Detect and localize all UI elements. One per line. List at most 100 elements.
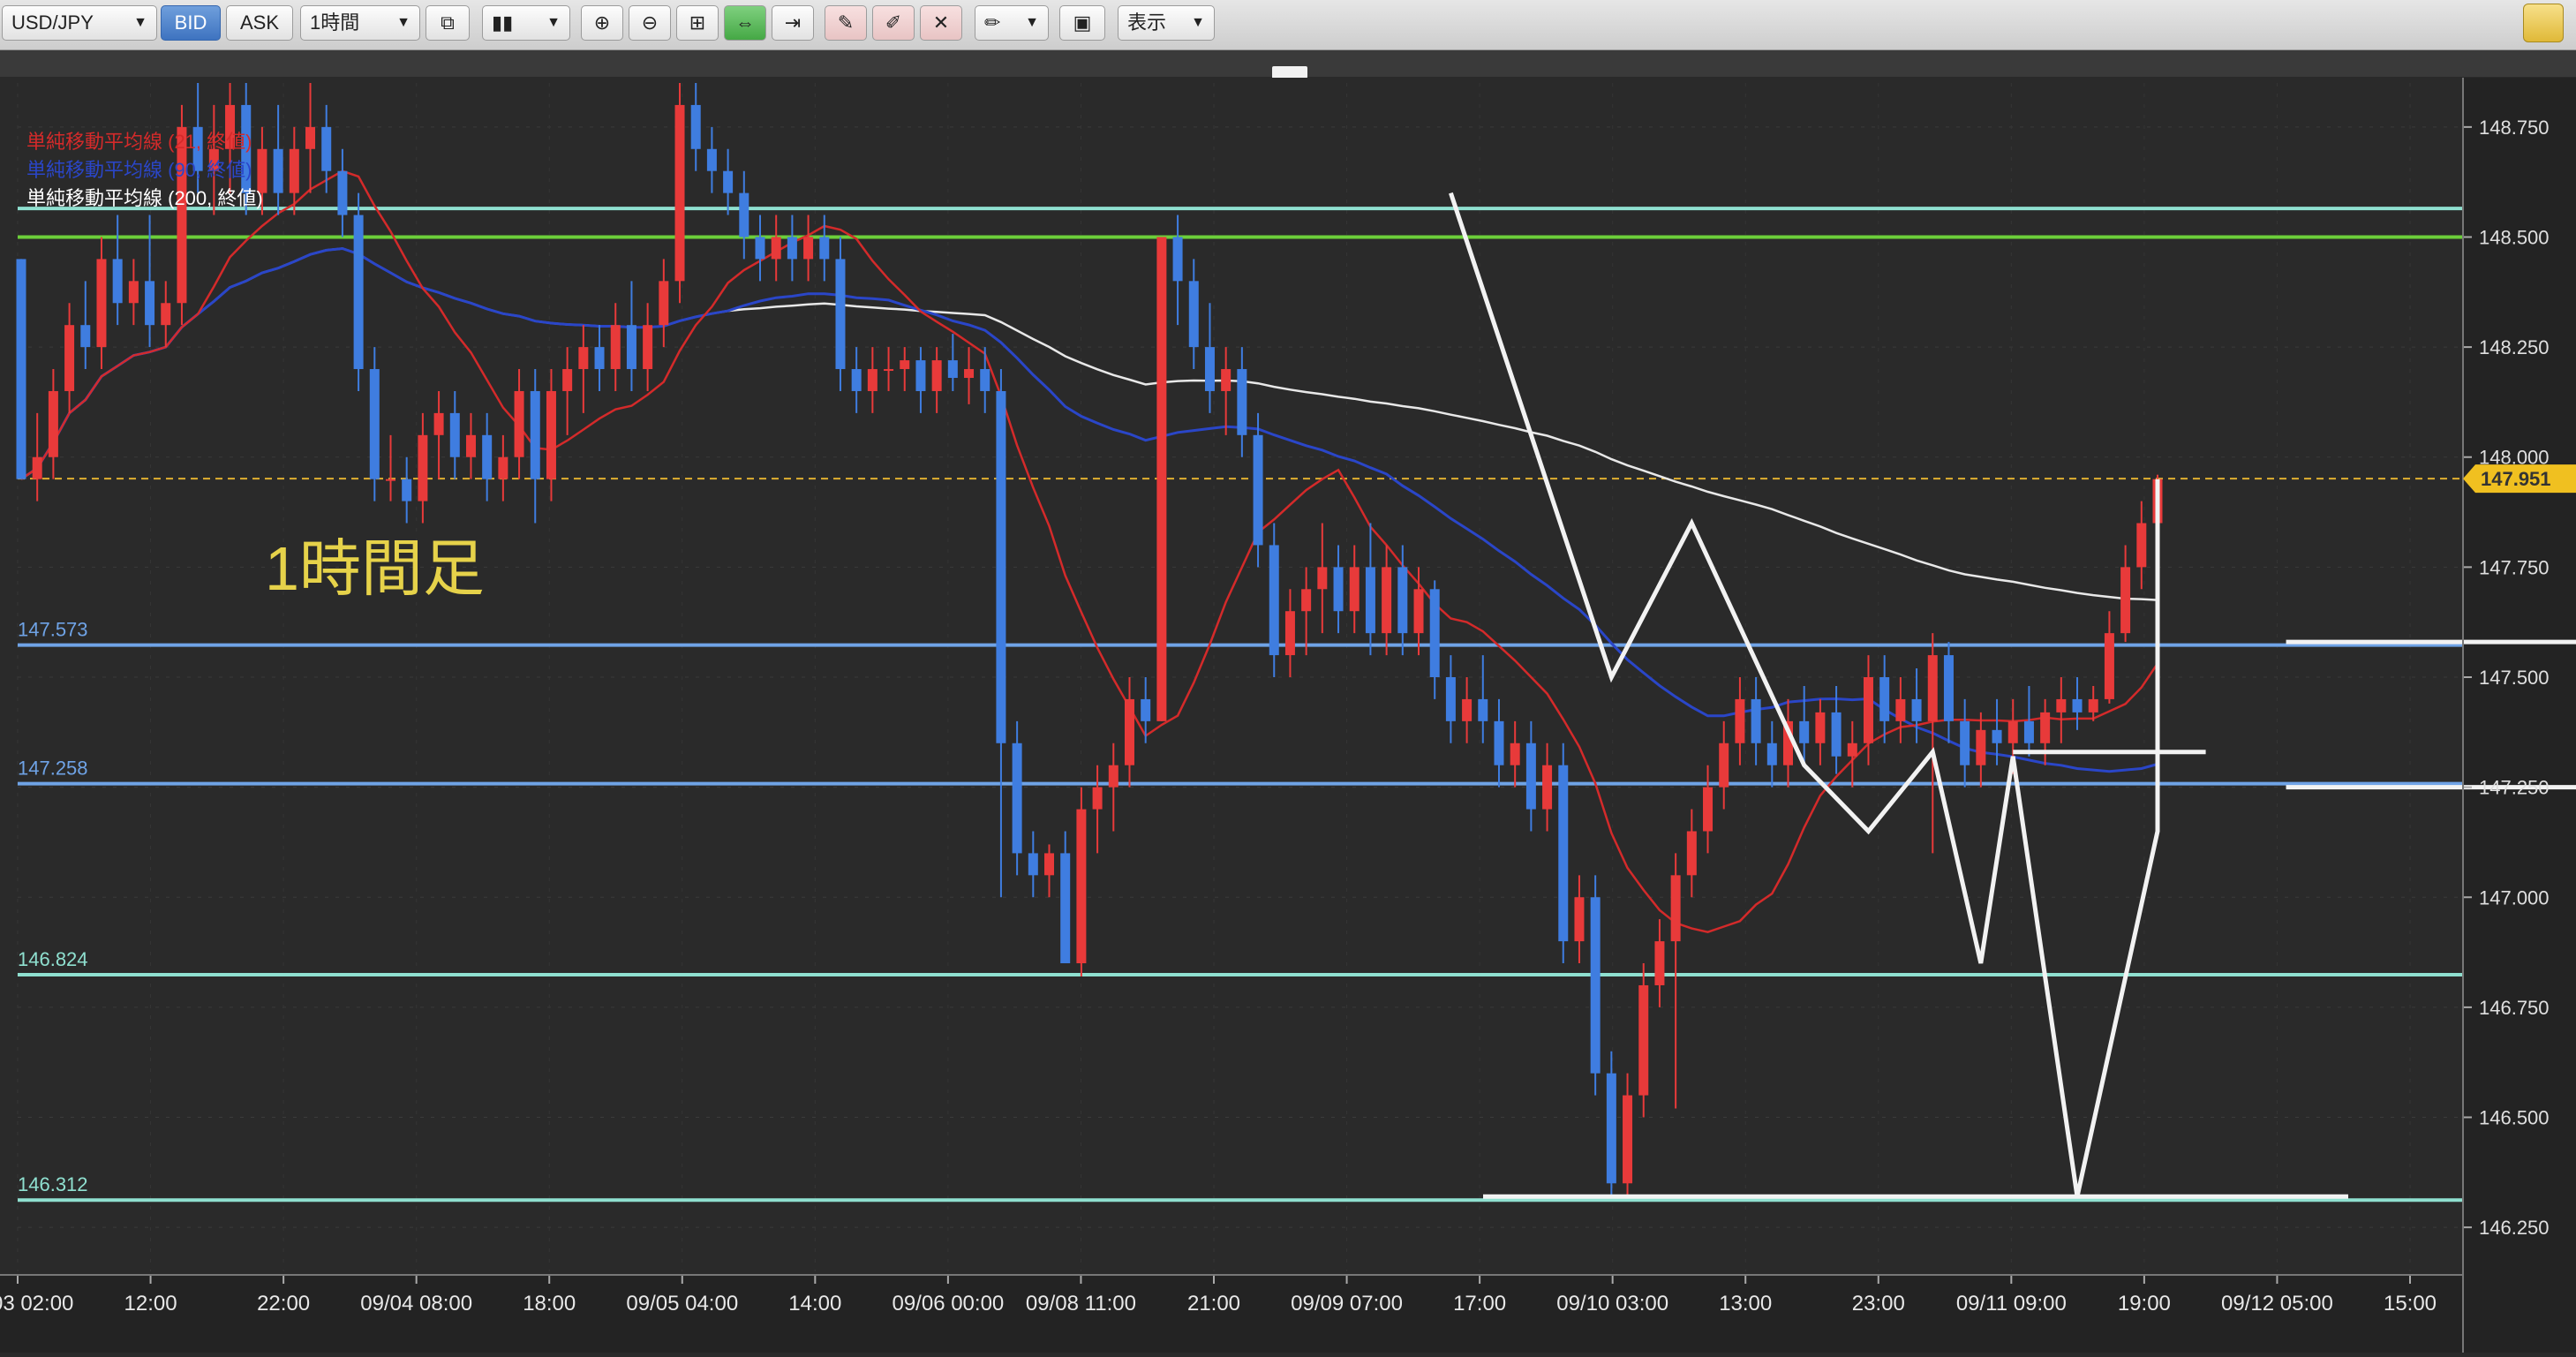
candle-body [1253,434,1263,546]
candle-body [2023,720,2034,743]
candle-body [835,259,846,370]
candle-body [931,360,942,391]
add-drawing-icon[interactable]: ✎ [825,5,867,41]
candle-body [289,148,299,193]
time-tick-label: 14:00 [788,1292,841,1316]
candle-body [996,390,1006,743]
candle-body [819,237,830,260]
candle-body [915,360,926,391]
candle-body [1590,897,1601,1074]
candle-body [674,104,685,282]
candle-body [337,170,348,215]
chart-type-select[interactable]: ▮▮ ▼ [482,5,570,41]
candle-body [546,390,556,479]
symbol-label: USD/JPY [11,11,94,34]
candle-body [1766,743,1777,765]
time-tick-label: 09/12 05:00 [2221,1292,2333,1316]
candle-body [1333,567,1344,612]
time-tick-label: 09/05 04:00 [626,1292,738,1316]
bid-button[interactable]: BID [161,5,221,41]
candle-body [369,369,380,479]
view-menu-button[interactable]: 表示 ▼ [1118,5,1215,41]
legend-ma90: 単純移動平均線 (90, 終値) [26,159,252,181]
candle-body [80,325,91,348]
legend-ma21: 単純移動平均線 (21, 終値) [26,131,252,153]
zoom-in-icon[interactable]: ⊕ [581,5,623,41]
timeframe-annotation: 1時間足 [265,534,485,603]
time-tick-label: 21:00 [1187,1292,1240,1316]
candle-body [465,434,476,457]
candle-body [1188,281,1199,348]
candle-body [1445,677,1456,721]
candle-body [578,347,589,370]
candle-body [1895,698,1906,721]
time-tick-label: 09/08 11:00 [1026,1292,1136,1316]
candle-body [514,390,524,457]
chart-area[interactable]: 147.573 147.258 146.824 146.312 148.750 148.… [0,78,2576,1353]
candle-body [1879,677,1890,721]
time-tick-label: 15:00 [2384,1292,2437,1316]
candle-body [1382,567,1392,634]
candle-body [16,259,26,479]
chevron-down-icon: ▼ [546,15,561,30]
candle-body [867,369,877,391]
candle-body [402,479,412,501]
chevron-down-icon: ▼ [1025,15,1039,30]
timeframe-select[interactable]: 1時間 ▼ [300,5,420,41]
scroll-icon[interactable]: ⇔ [724,5,766,41]
candle-body [1510,743,1520,765]
candle-body [112,259,123,304]
zoom-out-icon[interactable]: ⊖ [629,5,671,41]
time-tick-label: 09/10 03:00 [1556,1292,1668,1316]
bid-label: BID [174,11,207,34]
candle-body [1365,567,1375,634]
candle-body [1076,809,1087,964]
candle-body [1719,743,1729,788]
candle-body [610,325,621,370]
current-price-label: 147.951 [2481,468,2551,490]
fit-icon[interactable]: ⊞ [676,5,719,41]
candle-body [1976,729,1986,765]
candle-body [1911,698,1922,721]
delete-drawing-icon[interactable]: ✕ [920,5,962,41]
candle-body [128,281,139,304]
candle-body [1413,589,1424,634]
candle-body [980,369,990,391]
compare-icon[interactable]: ⧉ [426,5,470,41]
timeframe-label: 1時間 [310,11,360,34]
pen-select[interactable]: ✏ ▼ [975,5,1049,41]
horizontal-line-label: 146.824 [18,948,88,970]
view-menu-label: 表示 [1127,11,1167,34]
time-tick-label: 09/11 09:00 [1956,1292,2067,1316]
candle-body [1478,698,1488,721]
time-tick-label: 19:00 [2118,1292,2171,1316]
candle-body [1927,655,1938,721]
edit-drawing-icon[interactable]: ✐ [872,5,915,41]
splitter-grip[interactable] [1272,66,1307,79]
snapshot-icon[interactable]: ▣ [1059,5,1105,41]
price-chart[interactable]: 147.573 147.258 146.824 146.312 148.750 148.… [0,78,2576,1353]
candle-body [659,281,669,326]
candle-body [161,303,171,326]
price-tick-label: 147.500 [2479,667,2550,689]
candle-body [1686,831,1697,876]
jump-end-icon[interactable]: ⇥ [772,5,814,41]
ask-button[interactable]: ASK [226,5,293,41]
candle-body [2104,633,2114,699]
crosshair-icon[interactable] [2523,4,2564,42]
price-tick-label: 147.000 [2479,886,2550,908]
chevron-down-icon: ▼ [1191,15,1205,30]
candle-body [1012,743,1022,854]
price-tick-label: 147.750 [2479,556,2550,578]
candle-body [626,325,636,370]
price-tick-label: 148.750 [2479,117,2550,139]
candle-body [145,281,155,326]
candle-body [1606,1073,1616,1184]
candle-body [884,369,894,372]
candle-body [2040,712,2051,743]
candle-body [1284,611,1295,656]
pen-icon: ✏ [984,11,1001,34]
price-tick-label: 146.250 [2479,1217,2550,1239]
symbol-select[interactable]: USD/JPY ▼ [2,5,157,41]
chevron-down-icon: ▼ [133,15,147,30]
